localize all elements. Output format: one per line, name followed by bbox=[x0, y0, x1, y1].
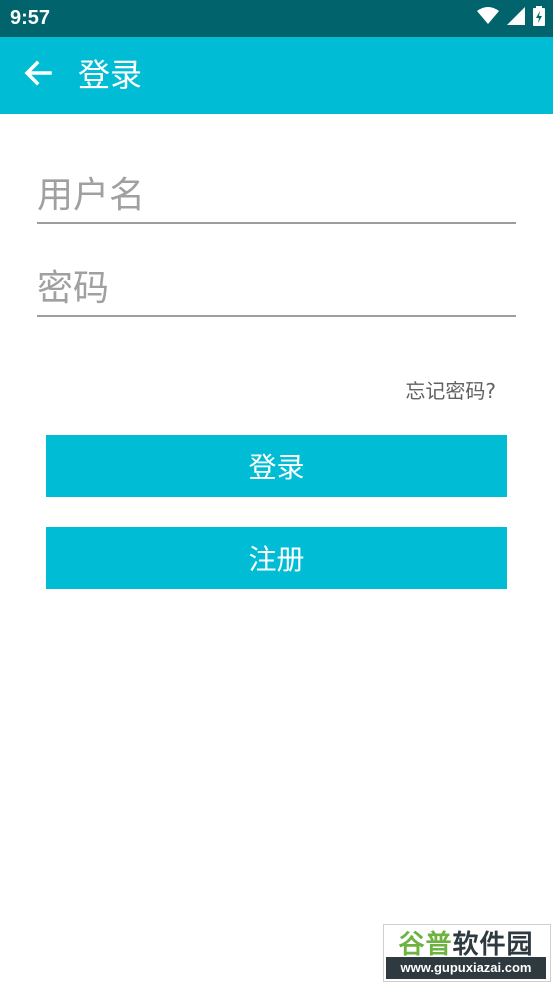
arrow-left-icon bbox=[22, 57, 54, 93]
watermark-brand-part2: 软件园 bbox=[452, 929, 534, 960]
battery-icon bbox=[533, 6, 545, 30]
signal-icon bbox=[507, 7, 525, 29]
register-button[interactable]: 注册 bbox=[46, 527, 507, 589]
wifi-icon bbox=[477, 7, 499, 29]
back-button[interactable] bbox=[18, 55, 58, 95]
page-title: 登录 bbox=[78, 56, 143, 94]
username-field-container bbox=[37, 168, 516, 224]
login-button[interactable]: 登录 bbox=[46, 435, 507, 497]
status-icons bbox=[477, 6, 545, 30]
username-input[interactable] bbox=[37, 168, 516, 222]
status-time: 9:57 bbox=[10, 7, 51, 29]
password-field-container bbox=[37, 261, 516, 317]
watermark-url: www.gupuxiazai.com bbox=[386, 957, 546, 979]
app-bar: 登录 bbox=[0, 37, 553, 114]
watermark: 谷普 软件园 www.gupuxiazai.com bbox=[383, 924, 551, 982]
watermark-brand-part1: 谷普 bbox=[398, 929, 453, 960]
forgot-password-link[interactable]: 忘记密码? bbox=[405, 378, 496, 404]
password-input[interactable] bbox=[37, 261, 516, 315]
watermark-brand: 谷普 软件园 bbox=[386, 927, 546, 960]
status-bar: 9:57 bbox=[0, 0, 553, 37]
